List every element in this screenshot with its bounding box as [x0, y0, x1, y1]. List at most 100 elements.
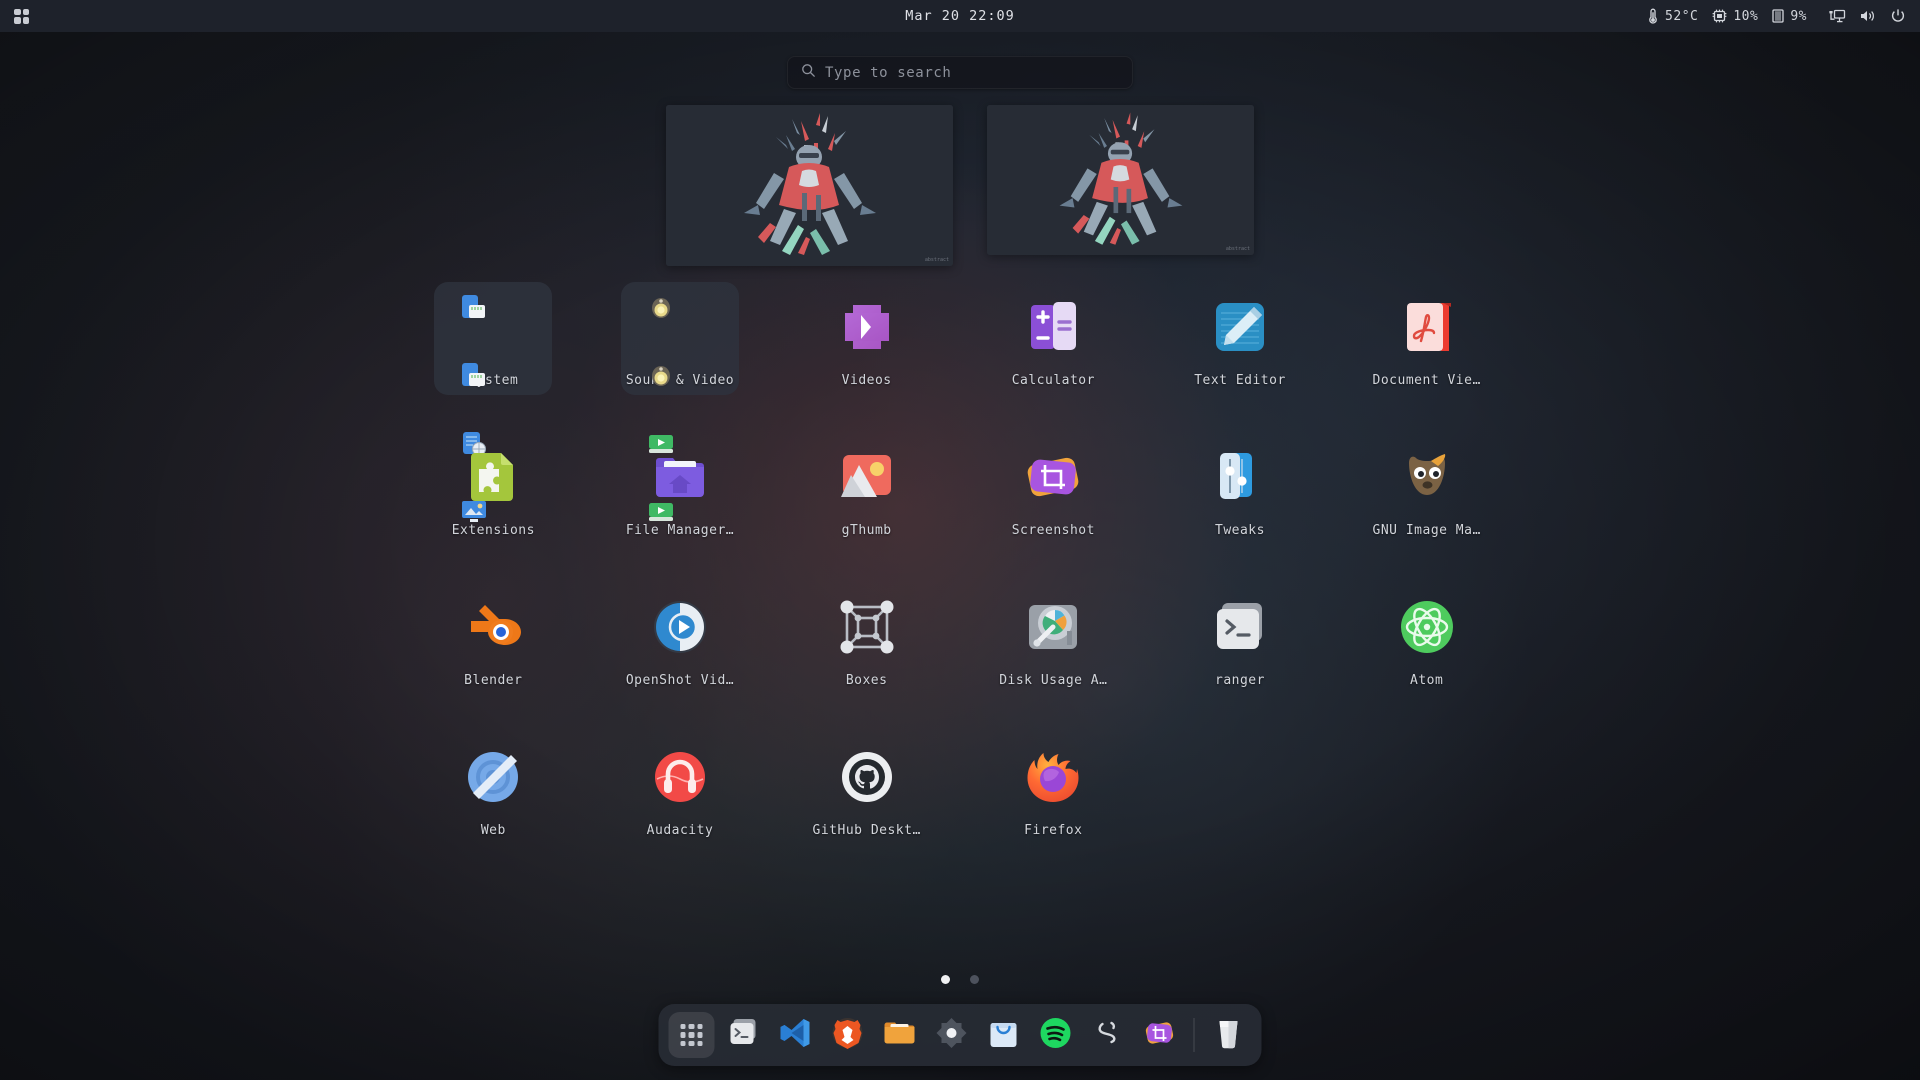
app-label: GNU Image Ma… [1372, 523, 1481, 538]
app-label: Atom [1410, 673, 1444, 688]
folder-sound-video-icon [644, 291, 716, 521]
clock[interactable]: Mar 20 22:09 [0, 8, 1920, 24]
app-disk-usage-analyzer[interactable]: Disk Usage A… [994, 582, 1112, 695]
app-atom[interactable]: Atom [1368, 582, 1486, 695]
app-audacity[interactable]: Audacity [621, 732, 739, 845]
firefox-icon [1017, 741, 1089, 813]
search-input[interactable]: Type to search [787, 56, 1133, 89]
search-icon [801, 63, 816, 82]
workspace-watermark: abstract [1225, 246, 1250, 252]
boxes-icon [831, 591, 903, 663]
folder-system-icon [457, 291, 529, 522]
app-label: GitHub Deskt… [812, 823, 921, 838]
extensions-icon [457, 441, 529, 513]
workspace-wallpaper [666, 105, 953, 266]
app-gimp[interactable]: GNU Image Ma… [1368, 432, 1486, 545]
spotify-icon [1039, 1016, 1073, 1054]
app-boxes[interactable]: Boxes [808, 582, 926, 695]
dock-vscode[interactable] [773, 1012, 819, 1058]
app-label: ranger [1215, 673, 1265, 688]
screenshot-icon [1017, 441, 1089, 513]
workspace-thumbnails: abstract abstract [0, 105, 1920, 266]
blender-icon [457, 591, 529, 663]
videos-icon [831, 291, 903, 363]
folder-icon [882, 1015, 918, 1055]
dock-spotify[interactable] [1033, 1012, 1079, 1058]
trash-icon [1213, 1016, 1245, 1054]
atom-icon [1391, 591, 1463, 663]
brave-icon [831, 1016, 865, 1054]
app-label: Tweaks [1215, 523, 1265, 538]
gnome-web-icon [457, 741, 529, 813]
workspace-wallpaper [987, 105, 1254, 255]
audacity-icon [644, 741, 716, 813]
file-manager-icon [644, 441, 716, 513]
app-label: gThumb [841, 523, 892, 538]
dock-software[interactable] [981, 1012, 1027, 1058]
gimp-icon [1391, 441, 1463, 513]
ranger-terminal-icon [1204, 591, 1276, 663]
screenshot-icon [1143, 1016, 1177, 1054]
workspace-watermark: abstract [924, 257, 949, 263]
app-grid: System Sound & Video Videos Calculator T… [400, 282, 1520, 845]
gthumb-icon [831, 441, 903, 513]
app-gthumb[interactable]: gThumb [808, 432, 926, 545]
settings-icon [935, 1016, 969, 1054]
app-label: Audacity [646, 823, 714, 838]
app-github-desktop[interactable]: GitHub Deskt… [808, 732, 926, 845]
app-label: Videos [841, 373, 892, 388]
app-openshot[interactable]: OpenShot Vid… [621, 582, 739, 695]
app-label: Document Vie… [1372, 373, 1481, 388]
dock-brave[interactable] [825, 1012, 871, 1058]
page-dot-1[interactable] [941, 975, 950, 984]
search-bar-container: Type to search [0, 56, 1920, 89]
dock-separator [1193, 1018, 1195, 1052]
dock-settings[interactable] [929, 1012, 975, 1058]
app-label: Calculator [1011, 373, 1095, 388]
disk-usage-analyzer-icon [1017, 591, 1089, 663]
tweaks-icon [1204, 441, 1276, 513]
app-videos[interactable]: Videos [808, 282, 926, 395]
app-ranger[interactable]: ranger [1181, 582, 1299, 695]
page-dot-2[interactable] [970, 975, 979, 984]
app-folder-sound-video[interactable]: Sound & Video [620, 282, 739, 521]
app-label: Screenshot [1011, 523, 1095, 538]
search-placeholder: Type to search [825, 64, 952, 81]
openshot-icon [644, 591, 716, 663]
app-label: Text Editor [1194, 373, 1286, 388]
dock-terminal[interactable] [721, 1012, 767, 1058]
app-label: Web [480, 823, 506, 838]
dock-show-applications[interactable] [668, 1012, 715, 1058]
workspace-thumbnail[interactable]: abstract [666, 105, 953, 266]
app-label: Blender [464, 673, 523, 688]
app-label: Disk Usage A… [999, 673, 1108, 688]
text-editor-icon [1204, 291, 1276, 363]
app-web[interactable]: Web [434, 732, 552, 845]
dock-files[interactable] [877, 1012, 923, 1058]
terminal-icon [725, 1014, 763, 1056]
dock-trash[interactable] [1206, 1012, 1252, 1058]
blender-icon [1093, 1018, 1123, 1052]
app-firefox[interactable]: Firefox [994, 732, 1112, 845]
app-text-editor[interactable]: Text Editor [1181, 282, 1299, 395]
grid-apps-icon [680, 1024, 703, 1046]
app-tweaks[interactable]: Tweaks [1181, 432, 1299, 545]
software-bag-icon [987, 1016, 1021, 1054]
app-folder-system[interactable]: System [434, 282, 553, 522]
top-bar: Mar 20 22:09 52°C 10% 9% [0, 0, 1920, 32]
github-desktop-icon [831, 741, 903, 813]
app-document-viewer[interactable]: Document Vie… [1368, 282, 1486, 395]
calculator-icon [1017, 291, 1089, 363]
app-screenshot[interactable]: Screenshot [994, 432, 1112, 545]
dock-screenshot[interactable] [1137, 1012, 1183, 1058]
dock [658, 1004, 1262, 1066]
app-calculator[interactable]: Calculator [994, 282, 1112, 395]
workspace-thumbnail[interactable]: abstract [987, 105, 1254, 255]
document-viewer-icon [1391, 291, 1463, 363]
app-blender[interactable]: Blender [434, 582, 552, 695]
app-label: OpenShot Vid… [625, 673, 735, 688]
vscode-icon [779, 1016, 813, 1054]
page-indicator [0, 975, 1920, 984]
app-label: Firefox [1024, 823, 1083, 838]
dock-blender[interactable] [1085, 1012, 1131, 1058]
